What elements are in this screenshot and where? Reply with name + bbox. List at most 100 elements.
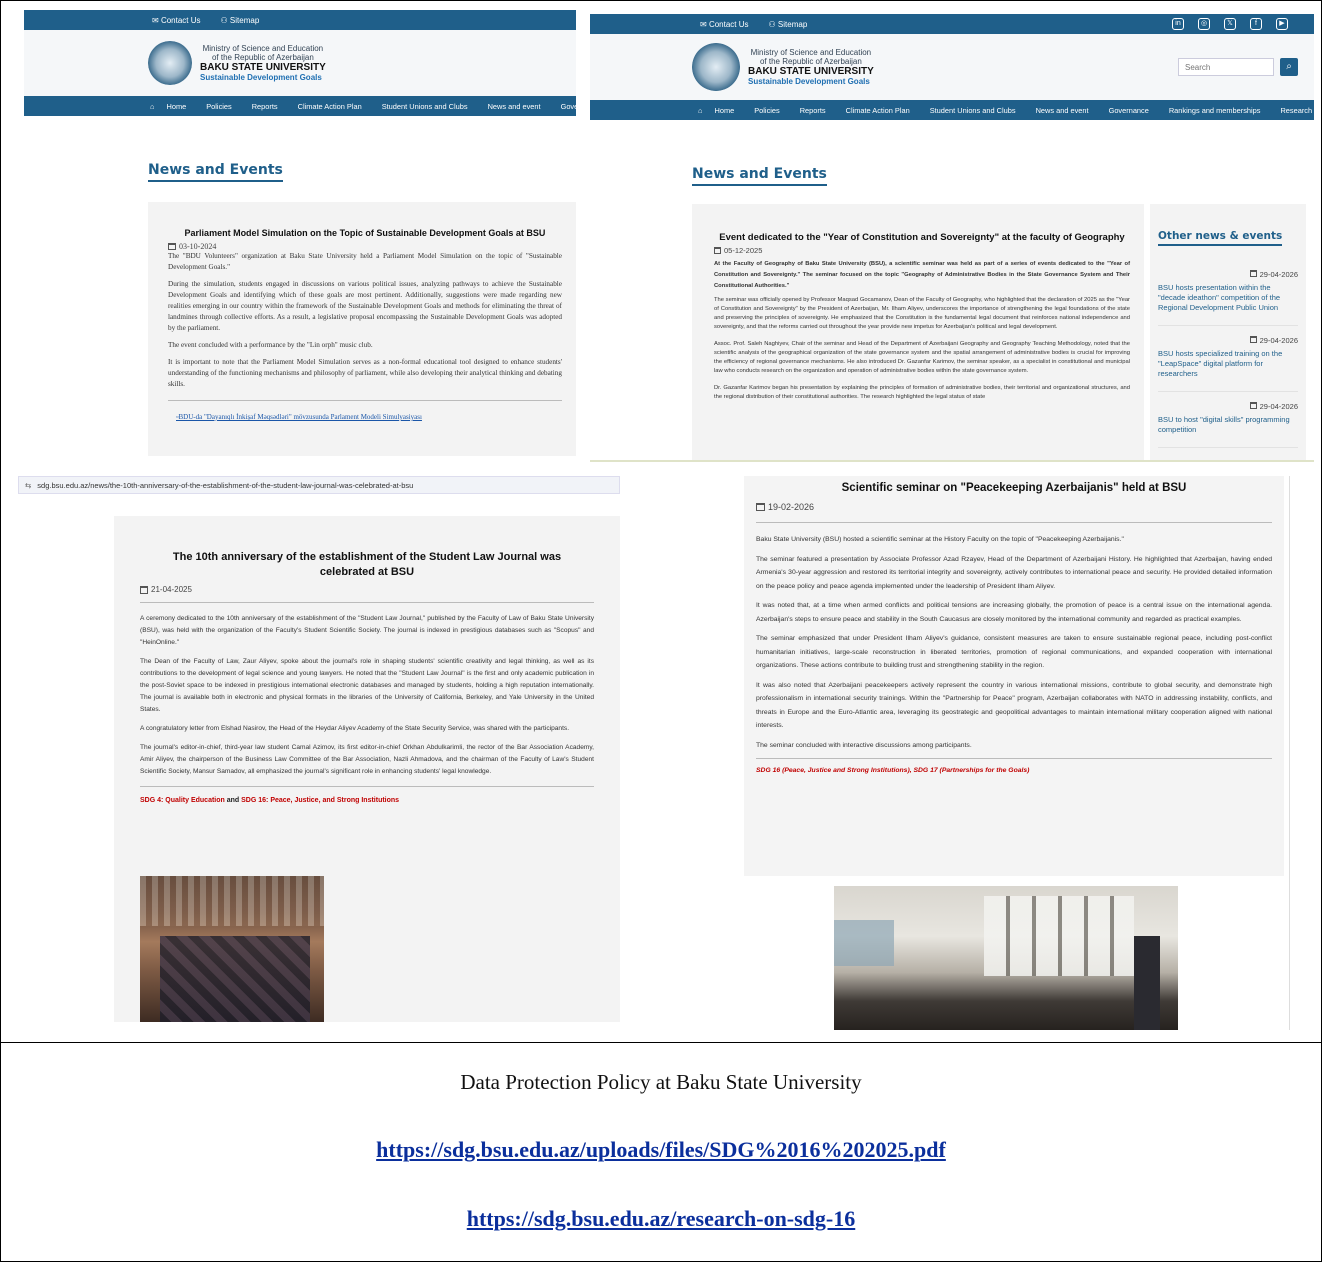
search-icon[interactable]: ⌕ (1280, 58, 1298, 76)
sidebar-other-news: Other news & events 29-04-2026 BSU hosts … (1150, 204, 1306, 460)
article-paragraph-1: The "BDU Volunteers" organization at Bak… (168, 252, 562, 271)
site-header: Ministry of Science and Education of the… (24, 30, 576, 96)
divider (756, 758, 1272, 759)
sdg16-research-link[interactable]: https://sdg.bsu.edu.az/research-on-sdg-1… (0, 1206, 1322, 1232)
screenshot-parliament-simulation: ✉ Contact Us ⚇ Sitemap Ministry of Scien… (24, 10, 576, 456)
nav-item[interactable]: Reports (800, 106, 836, 115)
top-bar: ✉ Contact Us ⚇ Sitemap in ◎ 𝕏 f ▶ (590, 14, 1314, 34)
table-divider (0, 1042, 1322, 1043)
sidebar-news-item[interactable]: 29-04-2026 BSU hosts presentation within … (1158, 260, 1298, 326)
article-title: Parliament Model Simulation on the Topic… (184, 228, 546, 238)
sdg-tag-16[interactable]: SDG 16: Peace, Justice, and Strong Insti… (241, 797, 399, 804)
nav-item[interactable]: Policies (206, 102, 241, 111)
university-seal-icon[interactable] (692, 43, 740, 91)
ceremony-photo (140, 876, 324, 1022)
nav-item[interactable]: Student Unions and Clubs (930, 106, 1026, 115)
section-title: News and Events (148, 162, 283, 182)
broken-image-link[interactable]: ▫BDU-da "Dayanıqlı İnkişaf Məqsədləri" m… (176, 413, 562, 421)
sitemap-link[interactable]: ⚇ Sitemap (221, 16, 270, 25)
nav-item[interactable]: Student Unions and Clubs (382, 102, 478, 111)
nav-item[interactable]: Policies (754, 106, 789, 115)
sdg-tagline: Sustainable Development Goals (200, 73, 322, 83)
seminar-photo (834, 886, 1178, 1030)
university-seal-icon[interactable] (148, 41, 192, 85)
article-paragraph-4: The journal's editor-in-chief, third-yea… (140, 744, 594, 775)
nav-item[interactable]: News and event (488, 102, 551, 111)
article-date: 03-10-2024 (168, 242, 562, 251)
calendar-icon (140, 585, 148, 594)
calendar-icon (168, 243, 176, 250)
nav-item[interactable]: Research (1280, 106, 1314, 115)
article-paragraph-5: It was also noted that Azerbaijani peace… (756, 681, 1272, 730)
sdg-tagline: Sustainable Development Goals (748, 77, 870, 87)
article-card: Parliament Model Simulation on the Topic… (148, 202, 576, 456)
nav-item[interactable]: Reports (252, 102, 288, 111)
facebook-icon[interactable]: f (1250, 18, 1262, 30)
article-card: Scientific seminar on "Peacekeeping Azer… (744, 476, 1284, 876)
sidebar-news-title[interactable]: BSU hosts specialized training on the "L… (1158, 349, 1298, 379)
nav-item[interactable]: Governance (1109, 106, 1159, 115)
divider (140, 602, 594, 603)
calendar-icon (714, 247, 721, 254)
sidebar-news-date: 29-04-2026 (1158, 402, 1298, 411)
article-paragraph-3: A congratulatory letter from Elshad Nasi… (140, 725, 570, 732)
ministry-line-2: of the Republic of Azerbaijan (759, 57, 862, 66)
section-title: News and Events (692, 166, 827, 186)
site-header: Ministry of Science and Education of the… (590, 34, 1314, 100)
article-paragraph-2: The seminar was officially opened by Pro… (714, 297, 1130, 330)
article-paragraph-1: Baku State University (BSU) hosted a sci… (756, 536, 1124, 543)
search-input[interactable] (1178, 58, 1274, 76)
article-title: The 10th anniversary of the establishmen… (172, 551, 562, 578)
calendar-icon (1249, 402, 1257, 409)
nav-item[interactable]: Rankings and memberships (1169, 106, 1271, 115)
linkedin-icon[interactable]: in (1172, 18, 1184, 30)
article-date: 21-04-2025 (140, 585, 594, 594)
top-bar: ✉ Contact Us ⚇ Sitemap (24, 10, 576, 30)
article-title: Scientific seminar on "Peacekeeping Azer… (841, 482, 1187, 494)
ministry-line-1: Ministry of Science and Education (750, 47, 872, 57)
ministry-line-1: Ministry of Science and Education (202, 43, 324, 53)
sidebar-news-item[interactable]: 29-04-2026 BSU hosts specialized training… (1158, 326, 1298, 392)
nav-item[interactable]: ⌂ Home (698, 106, 744, 115)
screenshot-student-law-journal: ⇆ sdg.bsu.edu.az/news/the-10th-anniversar… (18, 476, 620, 1022)
divider (140, 786, 594, 787)
address-bar[interactable]: ⇆ sdg.bsu.edu.az/news/the-10th-anniversar… (18, 476, 620, 494)
nav-item[interactable]: News and event (1036, 106, 1099, 115)
university-name: BAKU STATE UNIVERSITY (748, 66, 874, 78)
article-paragraph-3: The event concluded with a performance b… (168, 341, 373, 349)
instagram-icon[interactable]: ◎ (1198, 18, 1210, 30)
sidebar-news-title[interactable]: BSU hosts presentation within the "decad… (1158, 283, 1298, 313)
nav-item[interactable]: ⌂ Home (150, 102, 196, 111)
article-paragraph-2: The seminar featured a presentation by A… (756, 555, 1272, 590)
contact-link[interactable]: ✉ Contact Us (700, 20, 759, 29)
sdg-tags: SDG 4: Quality Education and SDG 16: Pea… (140, 797, 400, 804)
article-paragraph-3: It was noted that, at a time when armed … (756, 602, 1272, 623)
sidebar-news-date: 29-04-2026 (1158, 336, 1298, 345)
sdg-tags[interactable]: SDG 16 (Peace, Justice and Strong Instit… (756, 767, 1272, 774)
article-paragraph-4: It is important to note that the Parliam… (168, 358, 562, 388)
x-icon[interactable]: 𝕏 (1224, 18, 1236, 30)
calendar-icon (1249, 336, 1257, 343)
sdg-tag-4[interactable]: SDG 4: Quality Education (140, 797, 225, 804)
nav-item[interactable]: Climate Action Plan (846, 106, 920, 115)
youtube-icon[interactable]: ▶ (1276, 18, 1288, 30)
article-date: 19-02-2026 (756, 502, 1272, 512)
main-nav: ⌂ Home Policies Reports Climate Action Plan… (590, 100, 1314, 120)
university-name: BAKU STATE UNIVERSITY (200, 62, 326, 74)
article-paragraph-2: During the simulation, students engaged … (168, 280, 562, 332)
nav-item[interactable]: Climate Action Plan (298, 102, 372, 111)
article-title: Event dedicated to the "Year of Constitu… (719, 232, 1125, 243)
sitemap-link[interactable]: ⚇ Sitemap (769, 20, 818, 29)
site-info-icon[interactable]: ⇆ (25, 481, 31, 490)
home-icon: ⌂ (150, 101, 157, 111)
sdg16-report-link[interactable]: https://sdg.bsu.edu.az/uploads/files/SDG… (0, 1137, 1322, 1163)
article-paragraph-6: The seminar concluded with interactive d… (756, 741, 972, 749)
screenshot-constitution-event: ✉ Contact Us ⚇ Sitemap in ◎ 𝕏 f ▶ Minist… (590, 14, 1314, 462)
contact-link[interactable]: ✉ Contact Us (152, 16, 211, 25)
ministry-line-2: of the Republic of Azerbaijan (211, 53, 314, 62)
nav-item[interactable]: Governance (561, 102, 576, 111)
article-paragraph-1: At the Faculty of Geography of Baku Stat… (714, 261, 1130, 289)
sidebar-news-title[interactable]: BSU to host "digital skills" programming… (1158, 415, 1298, 435)
sidebar-news-item[interactable]: 29-04-2026 BSU to host "digital skills" p… (1158, 392, 1298, 448)
article-date: 05-12-2025 (714, 246, 1130, 255)
